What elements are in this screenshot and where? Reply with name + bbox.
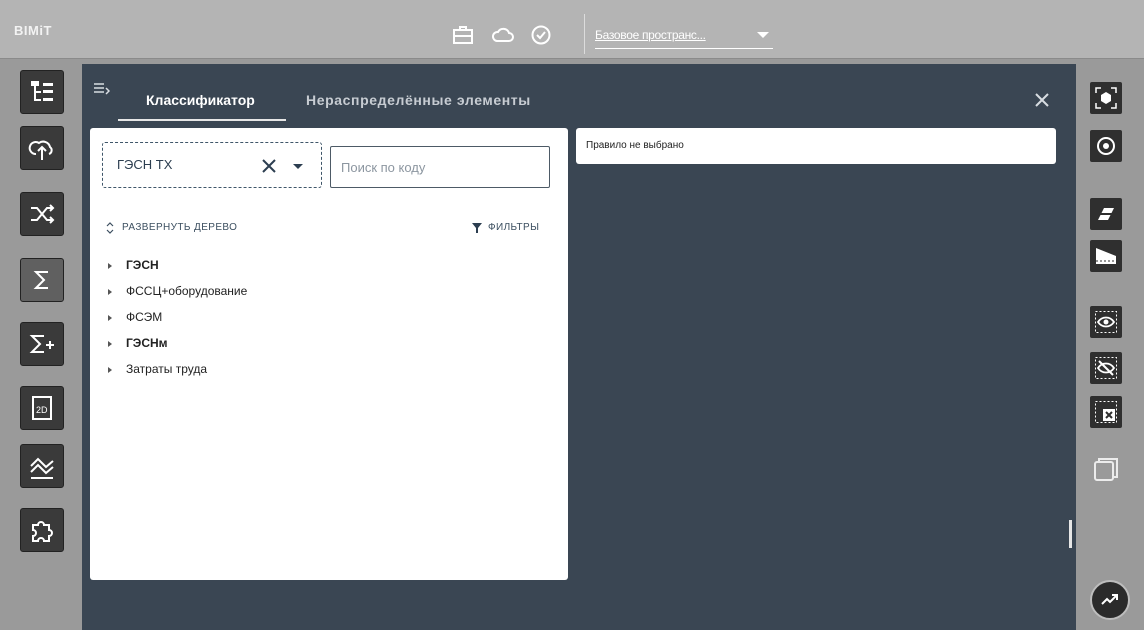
expand-collapse-icon xyxy=(106,222,114,234)
chevron-down-icon xyxy=(757,32,769,38)
caret-right-icon[interactable] xyxy=(108,367,112,373)
tab-classifier[interactable]: Классификатор xyxy=(146,92,255,108)
focus-object-icon xyxy=(1095,87,1117,109)
tree-node-label: ГЭСН xyxy=(126,258,159,272)
isolate-close-button[interactable] xyxy=(1090,396,1122,428)
check-circle-icon[interactable] xyxy=(530,24,552,46)
target-icon xyxy=(1097,137,1115,155)
tree-node-label: ФССЦ+оборудование xyxy=(126,284,248,298)
sigma-plus-button[interactable] xyxy=(20,322,64,366)
expand-tree-button[interactable]: РАЗВЕРНУТЬ ДЕРЕВО xyxy=(122,222,237,233)
shuffle-icon xyxy=(31,204,55,224)
right-toolbar xyxy=(1076,64,1144,630)
caret-right-icon[interactable] xyxy=(108,315,112,321)
classifier-card: ГЭСН ТХ РАЗВЕРНУТЬ ДЕРЕВО ФИЛЬТРЫ ГЭСН Ф… xyxy=(90,128,568,580)
chart-lines-button[interactable] xyxy=(20,444,64,488)
focus-object-button[interactable] xyxy=(1090,82,1122,114)
svg-text:2D: 2D xyxy=(36,405,48,415)
filters-button[interactable]: ФИЛЬТРЫ xyxy=(488,222,539,233)
left-toolbar: 2D xyxy=(0,64,82,630)
sigma-icon xyxy=(33,271,48,289)
scrollbar[interactable] xyxy=(1069,520,1072,548)
ghost-icon[interactable] xyxy=(1090,454,1122,486)
section-box-button[interactable] xyxy=(1090,240,1122,272)
trending-up-icon xyxy=(1101,594,1118,605)
search-input[interactable] xyxy=(330,146,550,188)
workspace-underline xyxy=(595,48,773,49)
tree-structure-button[interactable] xyxy=(20,70,64,114)
workspace-select[interactable]: Базовое пространс... xyxy=(584,14,785,54)
section-plane-button[interactable] xyxy=(1090,198,1122,230)
tree-structure-icon xyxy=(31,81,53,101)
isolate-close-icon xyxy=(1095,401,1117,423)
top-bar: BIMiT Базовое пространс... xyxy=(0,0,1144,59)
tree-node-label: Затраты труда xyxy=(126,362,208,376)
2d-view-button[interactable]: 2D xyxy=(20,386,64,430)
hide-icon xyxy=(1095,357,1117,379)
workspace-label: Базовое пространс... xyxy=(595,28,706,42)
hide-button[interactable] xyxy=(1090,352,1122,384)
target-button[interactable] xyxy=(1090,130,1122,162)
chart-lines-icon xyxy=(30,457,54,479)
active-tab-indicator xyxy=(118,119,286,121)
briefcase-icon[interactable] xyxy=(452,24,474,46)
rule-status-text: Правило не выбрано xyxy=(586,140,684,151)
shuffle-button[interactable] xyxy=(20,192,64,236)
tree-node-label: ГЭСНм xyxy=(126,336,168,350)
tree-node-label: ФСЭМ xyxy=(126,310,163,324)
caret-right-icon[interactable] xyxy=(108,263,112,269)
chevron-down-icon[interactable] xyxy=(293,164,303,169)
section-plane-icon xyxy=(1096,208,1116,220)
caret-right-icon[interactable] xyxy=(108,289,112,295)
section-box-icon xyxy=(1096,248,1116,264)
caret-right-icon[interactable] xyxy=(108,341,112,347)
classifier-select-value: ГЭСН ТХ xyxy=(117,157,173,172)
puzzle-icon xyxy=(32,521,53,542)
sigma-plus-icon xyxy=(29,335,54,353)
tab-unassigned-elements[interactable]: Нераспределённые элементы xyxy=(306,92,531,108)
filter-icon xyxy=(472,223,482,233)
cloud-upload-button[interactable] xyxy=(20,126,64,170)
puzzle-button[interactable] xyxy=(20,508,64,552)
cloud-upload-icon xyxy=(28,140,53,160)
close-icon[interactable] xyxy=(1034,92,1050,108)
cloud-icon[interactable] xyxy=(492,24,514,46)
show-icon xyxy=(1095,311,1117,333)
sigma-button[interactable] xyxy=(20,258,64,302)
show-button[interactable] xyxy=(1090,306,1122,338)
menu-icon[interactable] xyxy=(94,82,110,96)
2d-view-icon: 2D xyxy=(32,396,52,420)
app-logo: BIMiT xyxy=(14,23,52,38)
classifier-select[interactable]: ГЭСН ТХ xyxy=(102,142,322,188)
rule-status-bar: Правило не выбрано xyxy=(576,128,1056,164)
analytics-fab[interactable] xyxy=(1090,580,1130,620)
clear-icon[interactable] xyxy=(261,158,277,174)
